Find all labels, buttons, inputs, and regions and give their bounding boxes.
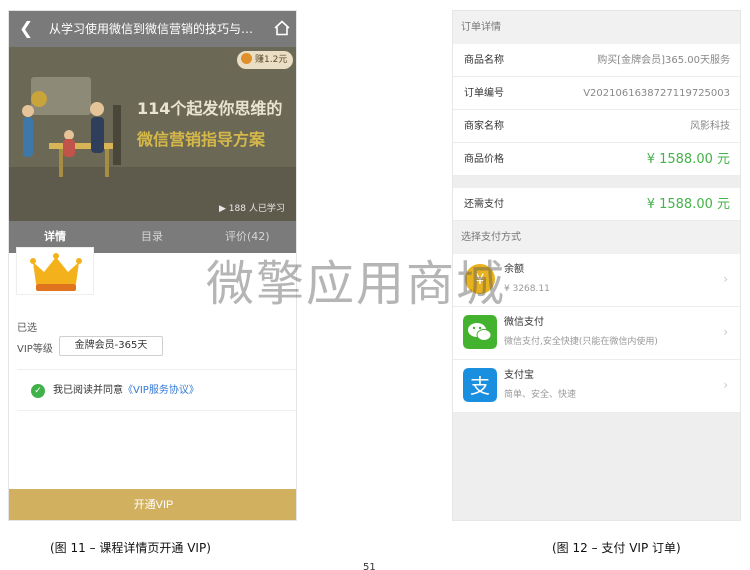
alipay-icon: 支 [463,368,497,402]
order-row-product: 商品名称 购买[金牌会员]365.00天服务 [453,44,740,77]
figure-caption-right: (图 12 – 支付 VIP 订单) [552,541,681,555]
order-section-title: 订单详情 [453,11,740,44]
row-value: V2021061638727119725003 [583,88,730,99]
pay-method-name: 支付宝 [504,370,534,381]
row-label: 商品名称 [464,55,504,66]
open-vip-button[interactable]: 开通VIP [9,489,296,520]
earn-badge[interactable]: 赚1.2元 [237,51,294,69]
pay-method-balance[interactable]: ¥ 余额 ¥ 3268.11 › [453,254,740,307]
selected-label: 已选 [17,323,37,334]
banner-headline-1: 114个起发你思维的 [137,99,283,118]
pay-method-alipay[interactable]: 支 支付宝 简单、安全、快速 › [453,360,740,413]
pay-method-wechat[interactable]: 微信支付 微信支付,安全快捷(只能在微信内使用) › [453,307,740,360]
pay-method-desc: 微信支付,安全快捷(只能在微信内使用) [504,337,658,347]
row-label: 还需支付 [464,199,504,210]
tab-detail[interactable]: 详情 [44,230,66,244]
row-label: 商家名称 [464,121,504,132]
vip-option-chip[interactable]: 金牌会员-365天 [59,336,163,356]
divider [17,369,296,370]
chevron-right-icon: › [723,272,728,286]
pay-method-name: 余额 [504,264,524,275]
row-value: 购买[金牌会员]365.00天服务 [597,55,730,66]
course-banner: 114个起发你思维的 微信营销指导方案 赚1.2元 ▶ 188 人已学习 [9,47,296,221]
svg-text:支: 支 [470,374,490,398]
crown-icon [30,253,82,291]
order-row-merchant: 商家名称 风影科技 [453,110,740,143]
document-page: ❮ 从学习使用微信到微信营销的技巧与… 114个起发你思维的 微信营销指导方案 … [0,0,750,570]
course-header: ❮ 从学习使用微信到微信营销的技巧与… [9,11,296,47]
row-label: 商品价格 [464,154,504,165]
vip-level-label: VIP等级 [17,344,53,355]
payment-section-title: 选择支付方式 [453,221,740,254]
learner-count: ▶ 188 人已学习 [219,204,285,214]
coin-icon [241,53,252,64]
divider [17,410,296,411]
row-label: 订单编号 [464,88,504,99]
row-value: 风影科技 [690,121,730,132]
pay-method-desc: 简单、安全、快速 [504,390,577,400]
banner-headline-2: 微信营销指导方案 [137,130,266,149]
page-number: 51 [363,562,376,570]
total-value: ¥ 1588.00 元 [646,197,730,212]
order-row-price: 商品价格 ¥ 1588.00 元 [453,143,740,176]
tab-catalog[interactable]: 目录 [141,230,163,244]
back-arrow-icon[interactable]: ❮ [19,19,33,39]
chevron-right-icon: › [723,378,728,392]
order-row-number: 订单编号 V2021061638727119725003 [453,77,740,110]
vip-agreement-link[interactable]: 《VIP服务协议》 [123,385,199,396]
pay-method-desc: ¥ 3268.11 [504,284,550,294]
home-icon[interactable] [273,19,291,37]
total-due-row: 还需支付 ¥ 1588.00 元 [453,188,740,221]
course-title: 从学习使用微信到微信营销的技巧与… [49,22,254,36]
price-value: ¥ 1588.00 元 [646,152,730,167]
wechat-icon [463,315,497,349]
tab-reviews[interactable]: 评价(42) [225,230,270,244]
balance-icon: ¥ [465,264,495,294]
chevron-right-icon: › [723,325,728,339]
order-payment-screen: 订单详情 商品名称 购买[金牌会员]365.00天服务 订单编号 V202106… [452,10,741,521]
agreement-row: 我已阅读并同意《VIP服务协议》 [53,385,199,397]
pay-method-name: 微信支付 [504,317,544,328]
figure-caption-left: (图 11 – 课程详情页开通 VIP) [50,541,211,555]
course-detail-screen: ❮ 从学习使用微信到微信营销的技巧与… 114个起发你思维的 微信营销指导方案 … [8,10,297,521]
check-circle-icon[interactable]: ✓ [31,384,45,398]
svg-text:¥: ¥ [476,272,485,288]
agreement-prefix: 我已阅读并同意 [53,385,123,396]
earn-badge-text: 赚1.2元 [255,55,288,65]
vip-crown-card [16,247,94,295]
